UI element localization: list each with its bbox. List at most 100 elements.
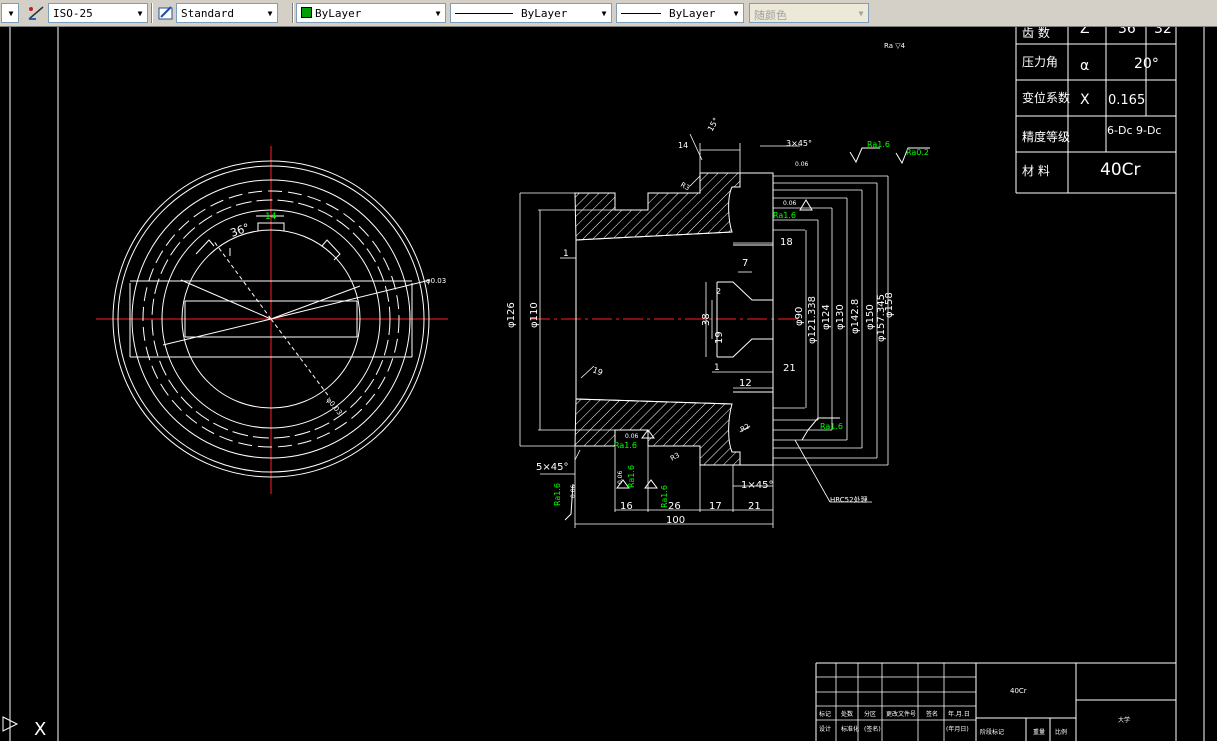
dim-len100: 100 <box>666 515 685 526</box>
tb-label-0: 标记 <box>819 710 831 718</box>
dim-len14: 14 <box>678 141 688 150</box>
dim-r3-bottom: R3 <box>669 451 681 463</box>
lineweight-sample <box>621 13 661 14</box>
text-style-select[interactable]: Standard ▼ <box>176 3 278 23</box>
dim-len18: 18 <box>780 237 793 248</box>
tol-t1: 0.06 <box>795 161 809 168</box>
tb-label2-2: (签名) <box>864 725 881 733</box>
dim-d142: φ142.8 <box>850 299 861 334</box>
general-roughness-note: Ra ▽4 <box>884 42 906 50</box>
ucs-x-label: X <box>34 719 46 740</box>
param-value-material: 40Cr <box>1100 160 1141 180</box>
linetype-sample <box>455 13 513 14</box>
width-dim-14: 14 <box>265 212 277 222</box>
dim-d126: φ126 <box>506 302 517 328</box>
dim-len21b: 21 <box>748 501 761 512</box>
dim-angle-15: 15° <box>706 116 721 133</box>
chevron-down-icon: ▼ <box>601 8 607 18</box>
dim-chamfer-1x45: 1×45° <box>741 480 773 491</box>
dim-len1a: 1 <box>563 249 569 259</box>
roughness-r5: Ra1.6 <box>614 441 637 450</box>
tb-label-4: 签名 <box>926 710 938 718</box>
param-label-pressure-angle: 压力角 <box>1022 55 1058 69</box>
hardness-note: HRC52处理 <box>830 495 868 504</box>
tolerance-label-a: φ0.03 <box>426 277 446 285</box>
dim-len16: 16 <box>620 501 633 512</box>
dimension-style-icon[interactable] <box>26 3 46 23</box>
dim-d2: 2 <box>716 287 721 296</box>
tb-label-2: 分区 <box>864 710 876 718</box>
dim-d110: φ110 <box>529 302 540 328</box>
tolerance-label-b: φ0.03 <box>324 396 343 417</box>
angle-label-36: 36° <box>229 221 252 240</box>
param-symbol-x: X <box>1080 92 1090 108</box>
lineweight-control-select[interactable]: ByLayer ▼ <box>616 3 744 23</box>
linetype-value: ByLayer <box>521 7 568 20</box>
roughness-r7: Ra1.6 <box>627 465 636 488</box>
roughness-r1: Ra1.6 <box>867 140 890 149</box>
dimension-style-value: ISO-25 <box>53 7 93 20</box>
dim-r2: R2 <box>739 422 751 434</box>
param-value-teeth: 36 <box>1118 27 1136 37</box>
chevron-down-icon: ▼ <box>267 8 273 18</box>
lineweight-value: ByLayer <box>669 7 716 20</box>
tb-label2-5: 重量 <box>1033 728 1045 736</box>
title-material: 40Cr <box>1010 687 1027 695</box>
dim-len12: 12 <box>739 378 752 389</box>
dim-len38: 38 <box>701 313 712 326</box>
dim-d130: φ130 <box>835 304 846 330</box>
dim-angle-19: 19 <box>591 365 604 377</box>
dim-d124: φ124 <box>821 304 832 330</box>
dim-d158: φ158 <box>884 292 895 318</box>
model-space[interactable]: 齿 数 Z 36 32 压力角 α 20° 变位系数 X 0.165 精度等级 … <box>0 27 1217 741</box>
title-block: 40Cr 标记 处数 分区 更改文件号 签名 年.月.日 设计 标准化 (签名)… <box>815 662 1176 741</box>
param-value-shift: 0.165 <box>1108 93 1145 108</box>
param-symbol-alpha: α <box>1080 58 1089 74</box>
tol-t4: 0.06 <box>570 484 577 498</box>
tol-t2: 0.06 <box>783 200 797 207</box>
tb-label-1: 处数 <box>841 710 853 718</box>
param-extra-teeth: 32 <box>1154 27 1172 37</box>
text-style-icon[interactable] <box>156 3 176 23</box>
toolbar-separator <box>151 3 153 23</box>
tol-t5: 0.06 <box>617 470 624 484</box>
param-label-accuracy: 精度等级 <box>1022 129 1070 144</box>
chevron-down-icon: ▼ <box>137 8 143 18</box>
end-view: 36° 14 φ0.03 φ0.03 <box>96 146 448 494</box>
color-value: ByLayer <box>315 7 362 20</box>
plot-style-select[interactable]: 随颜色 ▼ <box>749 3 869 23</box>
section-view: φ126 φ110 φ90 φ121.338 φ124 φ130 φ142.8 … <box>506 42 930 528</box>
param-symbol-z: Z <box>1080 27 1090 37</box>
param-value-pressure-angle: 20° <box>1134 56 1159 72</box>
tb-label-5: 年.月.日 <box>948 710 970 718</box>
tb-company: 大学 <box>1118 716 1130 724</box>
tol-t3: 0.06 <box>625 433 639 440</box>
dim-len7: 7 <box>742 258 748 269</box>
dim-len17: 17 <box>709 501 722 512</box>
dim-chamfer-3x45: 3×45° <box>786 139 812 148</box>
drawing-canvas[interactable]: 齿 数 Z 36 32 压力角 α 20° 变位系数 X 0.165 精度等级 … <box>0 27 1217 741</box>
chevron-down-icon: ▼ <box>733 8 739 18</box>
dim-len21: 21 <box>783 363 796 374</box>
tb-label2-4: 阶段标记 <box>980 728 1004 736</box>
chevron-down-icon: ▼ <box>8 8 14 18</box>
roughness-r3: Ra1.6 <box>773 211 796 220</box>
dim-d90: φ90 <box>794 307 805 326</box>
param-label-teeth: 齿 数 <box>1022 27 1050 40</box>
dim-r3-top: R3 <box>679 181 691 193</box>
toolbar-overflow-dropdown[interactable]: ▼ <box>1 3 19 23</box>
param-label-shift: 变位系数 <box>1022 90 1070 105</box>
linetype-control-select[interactable]: ByLayer ▼ <box>450 3 612 23</box>
toolbar-separator <box>292 3 294 23</box>
dimension-style-select[interactable]: ISO-25 ▼ <box>48 3 148 23</box>
color-swatch <box>301 7 312 18</box>
dim-chamfer-5x45: 5×45° <box>536 462 568 473</box>
dim-d121: φ121.338 <box>807 296 818 344</box>
chevron-down-icon: ▼ <box>435 8 441 18</box>
param-value-accuracy: 6-Dc 9-Dc <box>1107 124 1161 137</box>
tb-label-3: 更改文件号 <box>886 710 916 718</box>
tb-label2-0: 设计 <box>819 725 831 733</box>
dim-len26: 26 <box>668 501 681 512</box>
color-control-select[interactable]: ByLayer ▼ <box>296 3 446 23</box>
roughness-r2: Ra0.2 <box>906 148 929 157</box>
